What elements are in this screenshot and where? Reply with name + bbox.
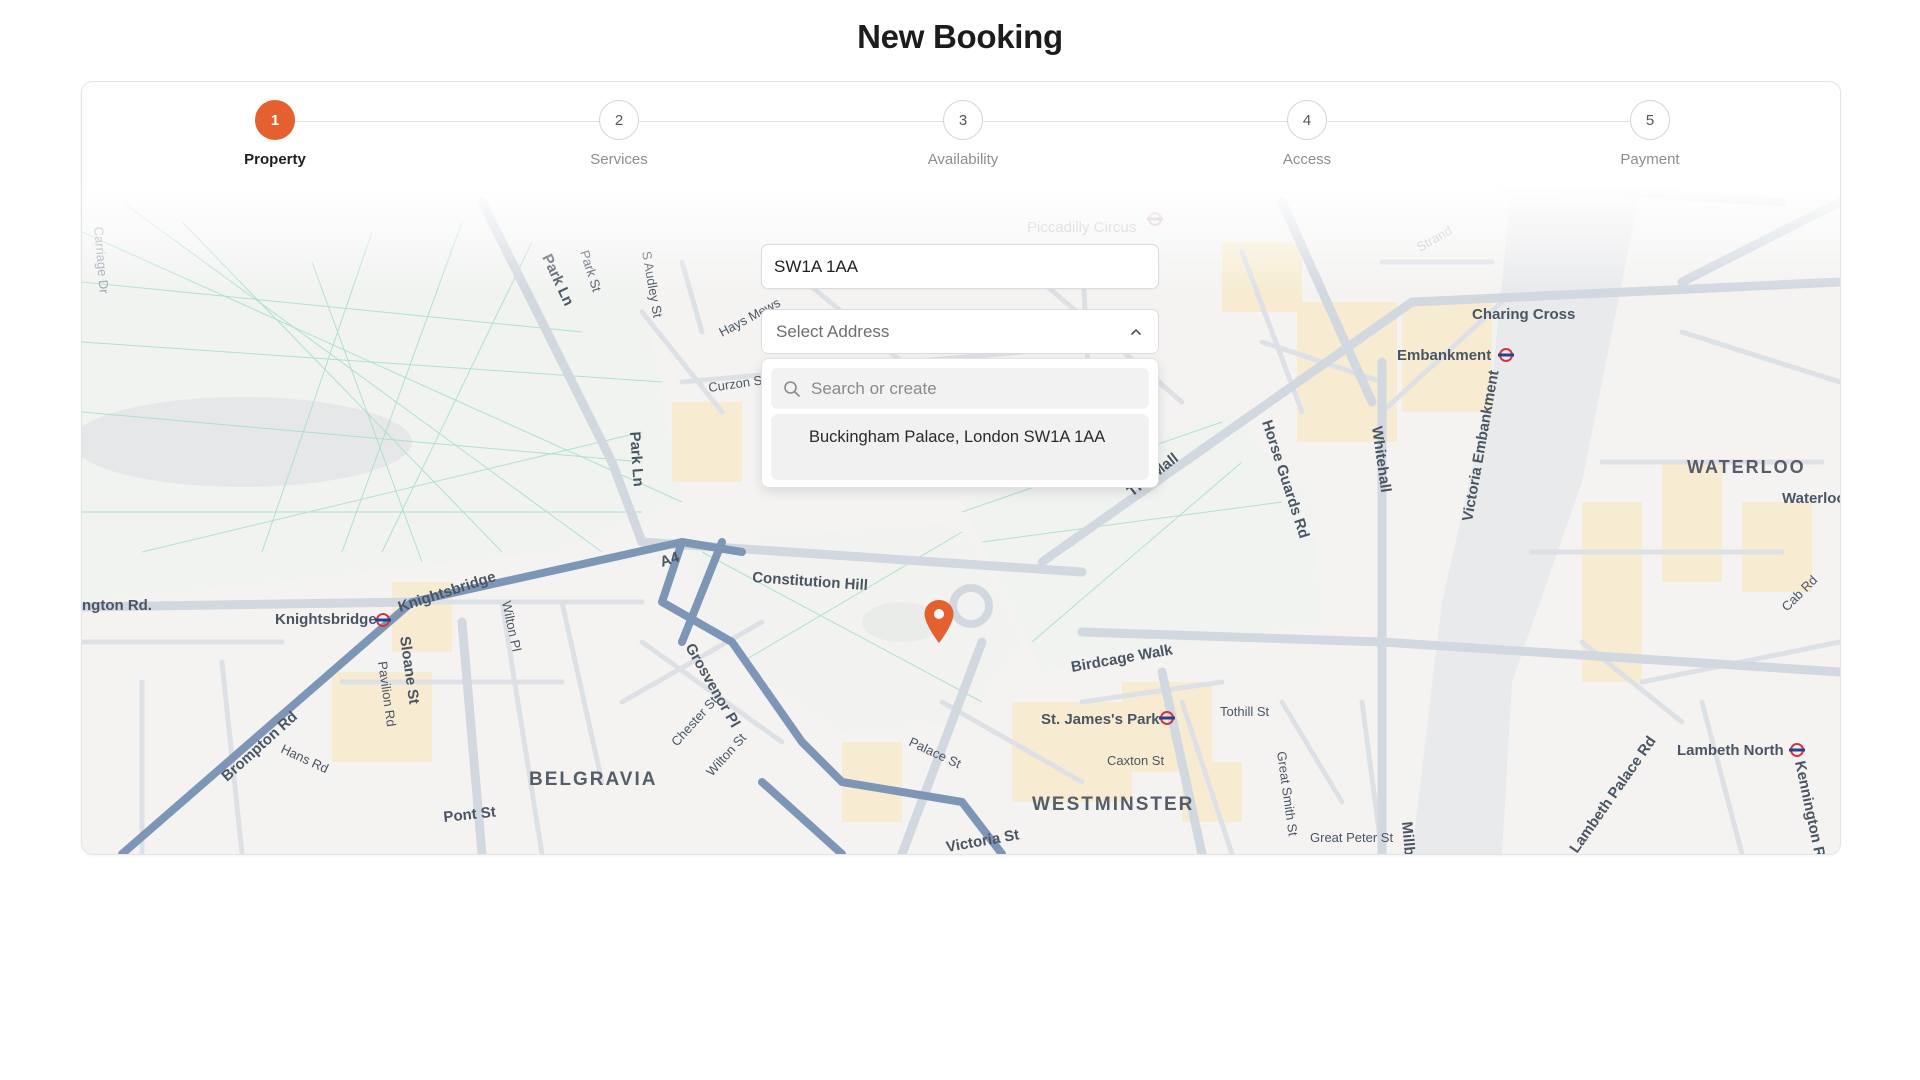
dropdown-search-input[interactable]: [809, 377, 1143, 400]
search-icon: [784, 380, 800, 397]
page-title: New Booking: [857, 18, 1063, 55]
label-brompton-rd-left: ngton Rd.: [82, 597, 152, 614]
step-label: Availability: [927, 151, 999, 168]
label-st-jamess-park: St. James's Park: [1041, 711, 1160, 728]
dropdown-search: [771, 368, 1149, 409]
step-availability[interactable]: 3 Availability: [863, 100, 1063, 168]
step-number: 1: [255, 100, 295, 140]
step-payment[interactable]: 5 Payment: [1550, 100, 1750, 168]
address-select[interactable]: Select Address: [761, 309, 1159, 354]
label-great-peter-st: Great Peter St: [1310, 830, 1393, 845]
step-label: Services: [590, 151, 648, 168]
label-millbank: Millb: [1398, 821, 1418, 854]
label-charing-cross: Charing Cross: [1472, 306, 1575, 323]
label-knightsbridge-station: Knightsbridge: [275, 611, 377, 628]
step-label: Access: [1282, 151, 1332, 168]
label-tothill-st: Tothill St: [1220, 704, 1270, 719]
step-services[interactable]: 2 Services: [519, 100, 719, 168]
label-caxton-st: Caxton St: [1107, 753, 1164, 768]
address-option[interactable]: Buckingham Palace, London SW1A 1AA: [771, 414, 1149, 480]
address-dropdown: Buckingham Palace, London SW1A 1AA: [761, 358, 1159, 488]
label-embankment: Embankment: [1397, 347, 1491, 364]
booking-card: Piccadilly Circus Charing Cross Embankme…: [81, 81, 1841, 855]
step-label: Payment: [1620, 151, 1680, 168]
step-number: 4: [1287, 100, 1327, 140]
step-number: 5: [1630, 100, 1670, 140]
postcode-input[interactable]: [761, 244, 1159, 289]
step-number: 3: [943, 100, 983, 140]
chevron-up-icon: [1131, 329, 1141, 335]
label-piccadilly-circus: Piccadilly Circus: [1027, 219, 1136, 236]
step-property[interactable]: 1 Property: [175, 100, 375, 168]
booking-stepper: 1 Property 2 Services 3 Availability 4 A…: [82, 82, 1840, 192]
label-waterloo-station: Waterloo: [1782, 490, 1840, 507]
label-waterloo: WATERLOO: [1687, 457, 1806, 477]
step-access[interactable]: 4 Access: [1207, 100, 1407, 168]
step-number: 2: [599, 100, 639, 140]
address-select-placeholder: Select Address: [776, 321, 890, 341]
step-label: Property: [244, 151, 306, 168]
map-pin-icon[interactable]: [923, 599, 955, 645]
label-lambeth-north: Lambeth North: [1677, 742, 1784, 759]
label-belgravia: BELGRAVIA: [529, 769, 657, 790]
label-westminster: WESTMINSTER: [1032, 794, 1194, 815]
